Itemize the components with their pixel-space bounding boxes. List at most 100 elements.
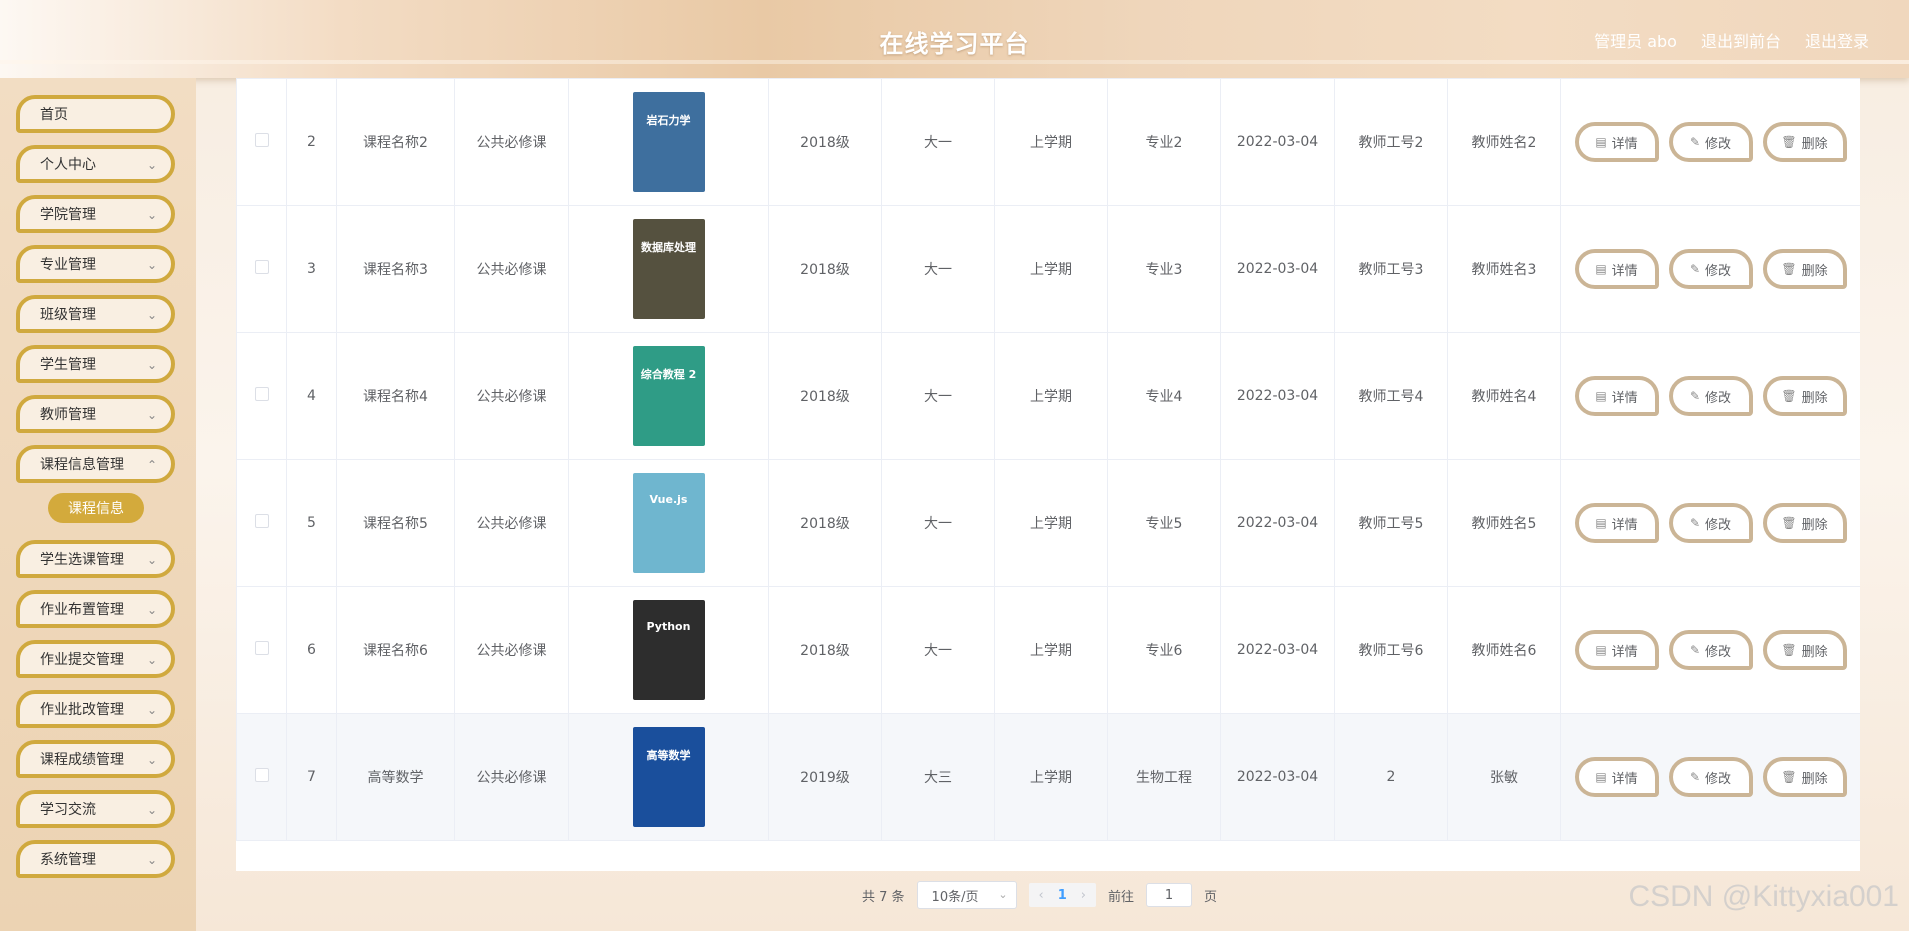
- edit-icon: ✎: [1689, 389, 1701, 403]
- top-nav: 管理员 abo 退出到前台 退出登录: [1594, 28, 1869, 52]
- edit-button[interactable]: ✎ 修改: [1668, 249, 1753, 289]
- cell-index: 3: [286, 205, 337, 333]
- table-row: 7 高等数学 公共必修课 高等数学 2019级 大三 上学期 生物工程 2022-03-04 2 张…: [236, 713, 1860, 841]
- course-cover-image: 岩石力学: [632, 92, 705, 192]
- sidebar-item-label: 作业布置管理: [40, 602, 124, 618]
- cell-index: 7: [286, 713, 337, 841]
- cell-teacher-id: 教师工号4: [1334, 332, 1448, 460]
- sidebar-item-teacher[interactable]: 教师管理 ⌄: [16, 395, 175, 433]
- edit-button[interactable]: ✎ 修改: [1668, 503, 1753, 543]
- delete-label: 删除: [1801, 517, 1828, 533]
- edit-button[interactable]: ✎ 修改: [1668, 757, 1753, 797]
- page-size-select[interactable]: 10条/页 ⌄: [916, 881, 1017, 909]
- detail-button[interactable]: ▤ 详情: [1574, 757, 1659, 797]
- delete-button[interactable]: 🗑 删除: [1762, 249, 1847, 289]
- row-checkbox[interactable]: [254, 641, 269, 655]
- edit-icon: ✎: [1689, 135, 1701, 149]
- row-checkbox[interactable]: [254, 514, 269, 528]
- watermark: CSDN @Kittyxia001: [1628, 880, 1899, 913]
- sidebar-item-class[interactable]: 班级管理 ⌄: [16, 295, 175, 333]
- cell-year: 大一: [881, 459, 995, 587]
- cell-grade: 2018级: [768, 78, 882, 206]
- sidebar-item-label: 专业管理: [40, 257, 96, 273]
- edit-icon: ✎: [1689, 516, 1701, 530]
- detail-button[interactable]: ▤ 详情: [1574, 630, 1659, 670]
- sidebar-item-college[interactable]: 学院管理 ⌄: [16, 195, 175, 233]
- detail-button[interactable]: ▤ 详情: [1574, 122, 1659, 162]
- sidebar-item-homework-submit[interactable]: 作业提交管理 ⌄: [16, 640, 175, 678]
- cell-teacher-id: 教师工号6: [1334, 586, 1448, 714]
- cell-cover: Vue.js: [568, 459, 769, 587]
- sidebar-item-system[interactable]: 系统管理 ⌄: [16, 840, 175, 878]
- chevron-down-icon: ⌄: [146, 208, 157, 222]
- row-checkbox-cell: [236, 332, 287, 460]
- cell-teacher-name: 教师姓名2: [1447, 78, 1561, 206]
- delete-label: 删除: [1801, 644, 1828, 660]
- trash-icon: 🗑: [1781, 389, 1797, 403]
- cell-term: 上学期: [994, 332, 1108, 460]
- detail-label: 详情: [1611, 771, 1638, 787]
- detail-label: 详情: [1611, 644, 1638, 660]
- table-row: 4 课程名称4 公共必修课 综合教程 2 2018级 大一 上学期 专业4 2022-03-04…: [236, 332, 1860, 460]
- sidebar-item-student[interactable]: 学生管理 ⌄: [16, 345, 175, 383]
- edit-label: 修改: [1705, 644, 1732, 660]
- detail-button[interactable]: ▤ 详情: [1574, 376, 1659, 416]
- row-checkbox[interactable]: [254, 387, 269, 401]
- delete-button[interactable]: 🗑 删除: [1762, 630, 1847, 670]
- sidebar-item-homework-review[interactable]: 作业批改管理 ⌄: [16, 690, 175, 728]
- sidebar-subitem-course-info[interactable]: 课程信息: [48, 493, 144, 523]
- cell-term: 上学期: [994, 459, 1108, 587]
- table-row: 2 课程名称2 公共必修课 岩石力学 2018级 大一 上学期 专业2 2022-03-04 教师…: [236, 78, 1860, 206]
- edit-button[interactable]: ✎ 修改: [1668, 376, 1753, 416]
- sidebar-item-learning-exchange[interactable]: 学习交流 ⌄: [16, 790, 175, 828]
- edit-icon: ✎: [1689, 643, 1701, 657]
- sidebar-item-course-info[interactable]: 课程信息管理 ⌃: [16, 445, 175, 483]
- detail-button[interactable]: ▤ 详情: [1574, 249, 1659, 289]
- sidebar-item-major[interactable]: 专业管理 ⌄: [16, 245, 175, 283]
- row-checkbox[interactable]: [254, 260, 269, 274]
- cell-year: 大一: [881, 586, 995, 714]
- delete-label: 删除: [1801, 390, 1828, 406]
- back-to-front-link[interactable]: 退出到前台: [1701, 28, 1781, 52]
- edit-label: 修改: [1705, 136, 1732, 152]
- row-checkbox[interactable]: [254, 133, 269, 147]
- admin-user-link[interactable]: 管理员 abo: [1594, 28, 1677, 52]
- cell-actions: ▤ 详情 ✎ 修改 🗑 删除: [1560, 586, 1860, 714]
- row-checkbox-cell: [236, 78, 287, 206]
- goto-page-input[interactable]: [1146, 883, 1193, 907]
- chevron-down-icon: ⌄: [146, 703, 157, 717]
- chevron-down-icon: ⌄: [146, 308, 157, 322]
- cell-major: 生物工程: [1107, 713, 1221, 841]
- next-page-icon[interactable]: ›: [1081, 888, 1086, 903]
- sidebar-item-homework-assign[interactable]: 作业布置管理 ⌄: [16, 590, 175, 628]
- cell-year: 大一: [881, 78, 995, 206]
- sidebar-item-label: 首页: [40, 107, 68, 123]
- prev-page-icon[interactable]: ‹: [1039, 888, 1044, 903]
- sidebar-item-home[interactable]: 首页: [16, 95, 175, 133]
- logout-link[interactable]: 退出登录: [1805, 28, 1869, 52]
- edit-button[interactable]: ✎ 修改: [1668, 122, 1753, 162]
- course-table: 2 课程名称2 公共必修课 岩石力学 2018级 大一 上学期 专业2 2022-03-04 教师…: [236, 78, 1860, 871]
- cell-teacher-id: 教师工号2: [1334, 78, 1448, 206]
- sidebar-item-course-grades[interactable]: 课程成绩管理 ⌄: [16, 740, 175, 778]
- cell-teacher-id: 教师工号3: [1334, 205, 1448, 333]
- sidebar-item-course-selection[interactable]: 学生选课管理 ⌄: [16, 540, 175, 578]
- cell-cover: 数据库处理: [568, 205, 769, 333]
- delete-button[interactable]: 🗑 删除: [1762, 376, 1847, 416]
- cell-major: 专业4: [1107, 332, 1221, 460]
- row-checkbox-cell: [236, 713, 287, 841]
- delete-button[interactable]: 🗑 删除: [1762, 503, 1847, 543]
- row-checkbox[interactable]: [254, 768, 269, 782]
- cell-teacher-name: 张敏: [1447, 713, 1561, 841]
- edit-button[interactable]: ✎ 修改: [1668, 630, 1753, 670]
- cover-title: 高等数学: [646, 749, 691, 762]
- cell-cover: 岩石力学: [568, 78, 769, 206]
- cell-grade: 2018级: [768, 459, 882, 587]
- sidebar-item-personal-center[interactable]: 个人中心 ⌄: [16, 145, 175, 183]
- delete-button[interactable]: 🗑 删除: [1762, 757, 1847, 797]
- cell-date: 2022-03-04: [1220, 713, 1335, 841]
- document-icon: ▤: [1595, 135, 1607, 149]
- detail-button[interactable]: ▤ 详情: [1574, 503, 1659, 543]
- page-number-current[interactable]: 1: [1058, 888, 1067, 903]
- delete-button[interactable]: 🗑 删除: [1762, 122, 1847, 162]
